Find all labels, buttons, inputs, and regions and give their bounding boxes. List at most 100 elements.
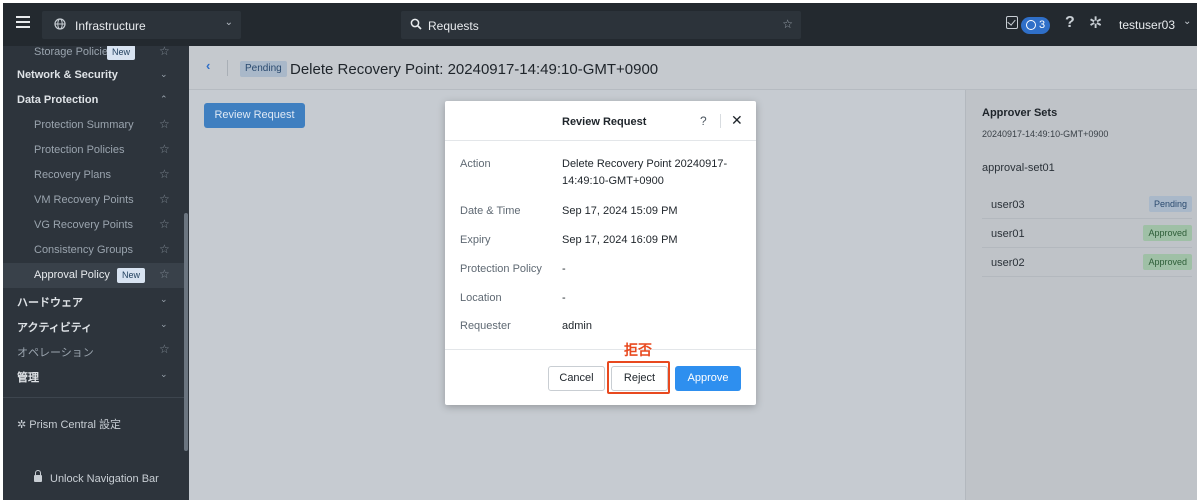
status-badge: Pending (1148, 196, 1192, 212)
review-request-button[interactable]: Review Request (204, 103, 305, 128)
star-icon[interactable]: ☆ (159, 167, 170, 181)
menu-icon[interactable] (16, 16, 30, 28)
star-icon[interactable]: ☆ (159, 142, 170, 156)
reject-highlight-box (607, 361, 670, 394)
search-text: Requests (428, 19, 479, 33)
header-divider (720, 114, 721, 128)
sidebar-item-label: アクティビティ (17, 322, 93, 334)
chevron-down-icon: ⌄ (160, 69, 168, 79)
chevron-down-icon: ⌄ (160, 369, 168, 379)
field-value: admin (562, 320, 592, 332)
sidebar-item-label: Approval Policy (34, 269, 110, 281)
sidebar-item-label: 管理 (17, 372, 39, 384)
context-selector[interactable]: Infrastructure ⌄ (42, 11, 241, 39)
top-bar: Infrastructure ⌄ Requests ☆ 3 ? ✲ testus… (3, 3, 1197, 46)
status-badge: Pending (240, 61, 287, 77)
sidebar-item-protection-summary[interactable]: Protection Summary ☆ (3, 113, 184, 138)
review-request-dialog: Review Request ? ✕ Action Delete Recover… (445, 101, 756, 405)
sidebar-divider (3, 397, 184, 398)
list-item: user02 Approved (982, 248, 1192, 277)
sidebar-item-label: Data Protection (17, 94, 99, 106)
approver-name: user03 (991, 199, 1025, 211)
page-header: ‹ Pending Delete Recovery Point: 2024091… (189, 46, 1197, 90)
status-badge: Approved (1143, 254, 1192, 270)
context-label: Infrastructure (75, 19, 146, 33)
new-badge: New (117, 268, 146, 283)
lock-icon (34, 470, 42, 482)
app-frame: Infrastructure ⌄ Requests ☆ 3 ? ✲ testus… (3, 3, 1197, 500)
search-icon (410, 18, 422, 30)
sidebar-item-vg-recovery-points[interactable]: VG Recovery Points ☆ (3, 213, 184, 238)
star-icon[interactable]: ☆ (159, 342, 170, 356)
chevron-up-icon: ⌃ (160, 94, 168, 104)
status-badge: Approved (1143, 225, 1192, 241)
sidebar-item-label: Prism Central 設定 (29, 419, 121, 431)
star-icon[interactable]: ☆ (159, 192, 170, 206)
help-icon[interactable]: ? (700, 114, 707, 128)
sidebar-item-vm-recovery-points[interactable]: VM Recovery Points ☆ (3, 188, 184, 213)
sidebar-item-label: Recovery Plans (34, 169, 112, 181)
star-icon[interactable]: ☆ (159, 117, 170, 131)
sidebar-item-protection-policies[interactable]: Protection Policies ☆ (3, 138, 184, 163)
sidebar-item-label: Storage Policies (34, 46, 114, 58)
cancel-button[interactable]: Cancel (548, 366, 605, 391)
tasks-icon[interactable] (1006, 16, 1018, 29)
back-icon[interactable]: ‹ (206, 58, 210, 73)
alerts-count: 3 (1039, 19, 1046, 31)
sidebar-item-operations[interactable]: オペレーション ☆ (3, 338, 184, 363)
approver-name: user01 (991, 228, 1025, 240)
field-label: Action (460, 158, 491, 170)
user-menu[interactable]: testuser03 (1119, 18, 1175, 32)
approver-sets-panel: Approver Sets 20240917-14:49:10-GMT+0900… (965, 90, 1197, 500)
new-badge: New (107, 46, 136, 60)
sidebar: Storage Policies New ☆ Network & Securit… (3, 46, 189, 500)
sidebar-item-label: オペレーション (17, 347, 94, 359)
chevron-down-icon: ⌄ (160, 294, 168, 304)
page-title: Delete Recovery Point: 20240917-14:49:10… (290, 61, 659, 78)
header-divider (227, 60, 228, 76)
help-icon[interactable]: ? (1065, 14, 1075, 32)
star-icon[interactable]: ☆ (159, 46, 170, 58)
field-label: Expiry (460, 234, 491, 246)
sidebar-scrollbar[interactable] (184, 213, 188, 451)
sidebar-item-consistency-groups[interactable]: Consistency Groups ☆ (3, 238, 184, 263)
sidebar-item-network-security[interactable]: Network & Security ⌄ (3, 63, 184, 88)
globe-icon (54, 18, 66, 30)
star-icon[interactable]: ☆ (159, 242, 170, 256)
annotation-label: 拒否 (624, 342, 652, 358)
sidebar-item-label: Consistency Groups (34, 244, 134, 256)
sidebar-item-data-protection[interactable]: Data Protection ⌃ (3, 88, 184, 113)
sidebar-item-approval-policy[interactable]: Approval Policy New ☆ (3, 263, 184, 288)
star-icon[interactable]: ☆ (159, 217, 170, 231)
sidebar-item-admin[interactable]: 管理 ⌄ (3, 363, 184, 388)
field-label: Protection Policy (460, 263, 542, 275)
alerts-badge[interactable]: 3 (1021, 17, 1050, 34)
sidebar-item-label: ハードウェア (17, 297, 83, 309)
unlock-label: Unlock Navigation Bar (50, 473, 159, 485)
list-item: user01 Approved (982, 219, 1192, 248)
approver-list: user03 Pending user01 Approved user02 Ap… (982, 190, 1192, 277)
star-icon[interactable]: ☆ (782, 17, 793, 31)
close-icon[interactable]: ✕ (731, 112, 743, 129)
dialog-header: Review Request ? ✕ (445, 101, 756, 141)
field-label: Requester (460, 320, 511, 332)
sidebar-item-label: VM Recovery Points (34, 194, 134, 206)
sidebar-item-activity[interactable]: アクティビティ ⌄ (3, 313, 184, 338)
sidebar-item-recovery-plans[interactable]: Recovery Plans ☆ (3, 163, 184, 188)
approve-button[interactable]: Approve (675, 366, 741, 391)
gear-icon[interactable]: ✲ (1089, 13, 1102, 33)
dialog-title: Review Request (562, 116, 647, 128)
sidebar-item-prism-settings[interactable]: ✲ Prism Central 設定 (17, 416, 121, 432)
unlock-nav-button[interactable]: Unlock Navigation Bar (34, 470, 159, 485)
field-label: Location (460, 292, 502, 304)
search-bar[interactable]: Requests ☆ (401, 11, 801, 39)
star-icon[interactable]: ☆ (159, 267, 170, 281)
approver-name: user02 (991, 257, 1025, 269)
panel-subtitle: 20240917-14:49:10-GMT+0900 (982, 129, 1109, 139)
field-value: Sep 17, 2024 16:09 PM (562, 234, 678, 246)
sidebar-item-label: Network & Security (17, 69, 118, 81)
chevron-down-icon[interactable]: ⌄ (1183, 16, 1191, 27)
panel-title: Approver Sets (982, 107, 1058, 119)
sidebar-item-label: Protection Summary (34, 119, 134, 131)
sidebar-item-hardware[interactable]: ハードウェア ⌄ (3, 288, 184, 313)
